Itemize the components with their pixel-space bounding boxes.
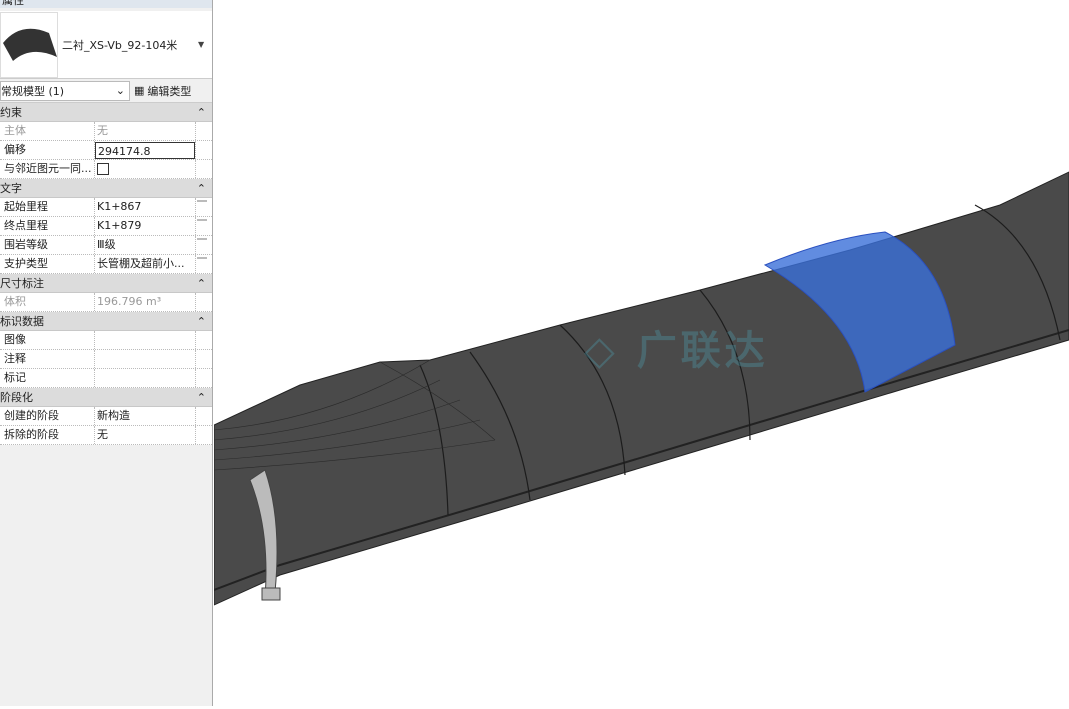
property-value[interactable]: Ⅲ级 [97,238,116,251]
property-value[interactable]: 新构造 [97,409,130,422]
property-row: 标记 [0,369,212,388]
associate-parameter-button[interactable] [197,257,207,259]
edit-type-icon: ▦ [134,84,145,97]
property-value[interactable]: K1+879 [97,219,141,232]
property-name: 终点里程 [0,217,95,235]
edit-type-button[interactable]: ▦ 编辑类型 [134,83,191,99]
property-row: 与邻近图元一同... [0,160,212,179]
property-value[interactable]: K1+867 [97,200,141,213]
associate-parameter-button[interactable] [197,219,207,221]
property-row: 终点里程 K1+879 [0,217,212,236]
watermark-logo: ◇ 广联达 [584,328,769,374]
property-name: 标记 [0,369,95,387]
property-row: 支护类型 长管棚及超前小... [0,255,212,274]
chevron-down-icon: ⌄ [115,84,125,97]
property-name: 主体 [0,122,95,140]
group-header[interactable]: 尺寸标注 ⌃ [0,274,212,293]
property-value[interactable]: 294174.8 [98,145,151,158]
property-name: 起始里程 [0,198,95,216]
property-row: 图像 [0,331,212,350]
property-row: 注释 [0,350,212,369]
type-selector[interactable]: 二衬_XS-Vb_92-104米 ▼ [0,11,212,79]
property-value: 无 [97,124,108,137]
group-title: 约束 [0,106,22,119]
group-header[interactable]: 阶段化 ⌃ [0,388,212,407]
property-row: 围岩等级 Ⅲ级 [0,236,212,255]
property-name: 创建的阶段 [0,407,95,425]
instance-filter-dropdown[interactable]: 常规模型 (1) ⌄ [0,80,130,101]
property-name: 图像 [0,331,95,349]
panel-title: 属性 [0,0,212,8]
property-row: 起始里程 K1+867 [0,198,212,217]
property-value[interactable]: 长管棚及超前小... [97,257,185,270]
collapse-icon[interactable]: ⌃ [197,391,206,404]
property-name: 围岩等级 [0,236,95,254]
type-thumbnail [0,11,58,78]
collapse-icon[interactable]: ⌃ [197,106,206,119]
property-name: 体积 [0,293,95,311]
3d-viewport[interactable]: ◇ 广联达 [213,0,1069,706]
associate-parameter-button[interactable] [197,238,207,240]
group-header[interactable]: 标识数据 ⌃ [0,312,212,331]
dropdown-arrow-icon[interactable]: ▼ [198,40,212,49]
filter-label: 常规模型 (1) [1,84,65,98]
group-title: 尺寸标注 [0,277,44,290]
collapse-icon[interactable]: ⌃ [197,277,206,290]
property-row: 拆除的阶段无 [0,426,212,445]
collapse-icon[interactable]: ⌃ [197,182,206,195]
property-row: 创建的阶段 新构造 [0,407,212,426]
property-name: 注释 [0,350,95,368]
group-header[interactable]: 约束 ⌃ [0,103,212,122]
type-name: 二衬_XS-Vb_92-104米 [62,38,178,52]
group-title: 阶段化 [0,391,33,404]
edit-type-label: 编辑类型 [147,84,192,98]
property-row: 偏移 294174.8 [0,141,212,160]
associate-parameter-button[interactable] [197,200,207,202]
properties-panel: 属性 二衬_XS-Vb_92-104米 ▼ 常规模型 (1) ⌄ ▦ 编辑类型 约束… [0,0,213,706]
checkbox[interactable] [97,163,109,175]
property-row: 体积 196.796 m³ [0,293,212,312]
group-title: 标识数据 [0,315,44,328]
property-value[interactable]: 无 [97,428,108,441]
group-header[interactable]: 文字 ⌃ [0,179,212,198]
tunnel-body [213,171,1069,606]
property-name: 偏移 [0,141,95,159]
property-name: 拆除的阶段 [0,426,95,444]
property-value: 196.796 m³ [97,295,162,308]
property-name: 支护类型 [0,255,95,273]
property-row: 主体无 [0,122,212,141]
property-grid: 约束 ⌃ 主体无偏移 294174.8 与邻近图元一同... 文字 ⌃ 起始里程 K1+867 终… [0,103,212,445]
collapse-icon[interactable]: ⌃ [197,315,206,328]
property-name: 与邻近图元一同... [0,160,95,178]
group-title: 文字 [0,182,22,195]
